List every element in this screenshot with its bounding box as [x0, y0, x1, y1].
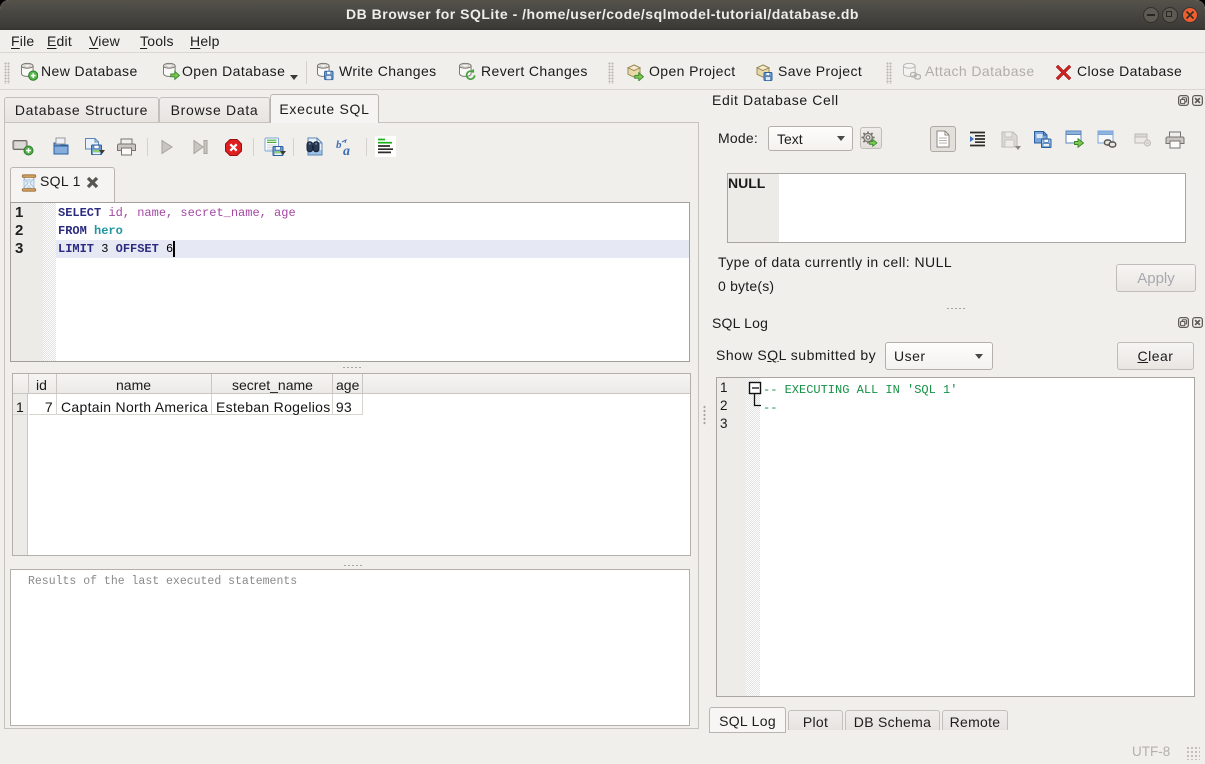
svg-text:a: a [343, 144, 350, 157]
svg-text:b: b [336, 139, 342, 151]
